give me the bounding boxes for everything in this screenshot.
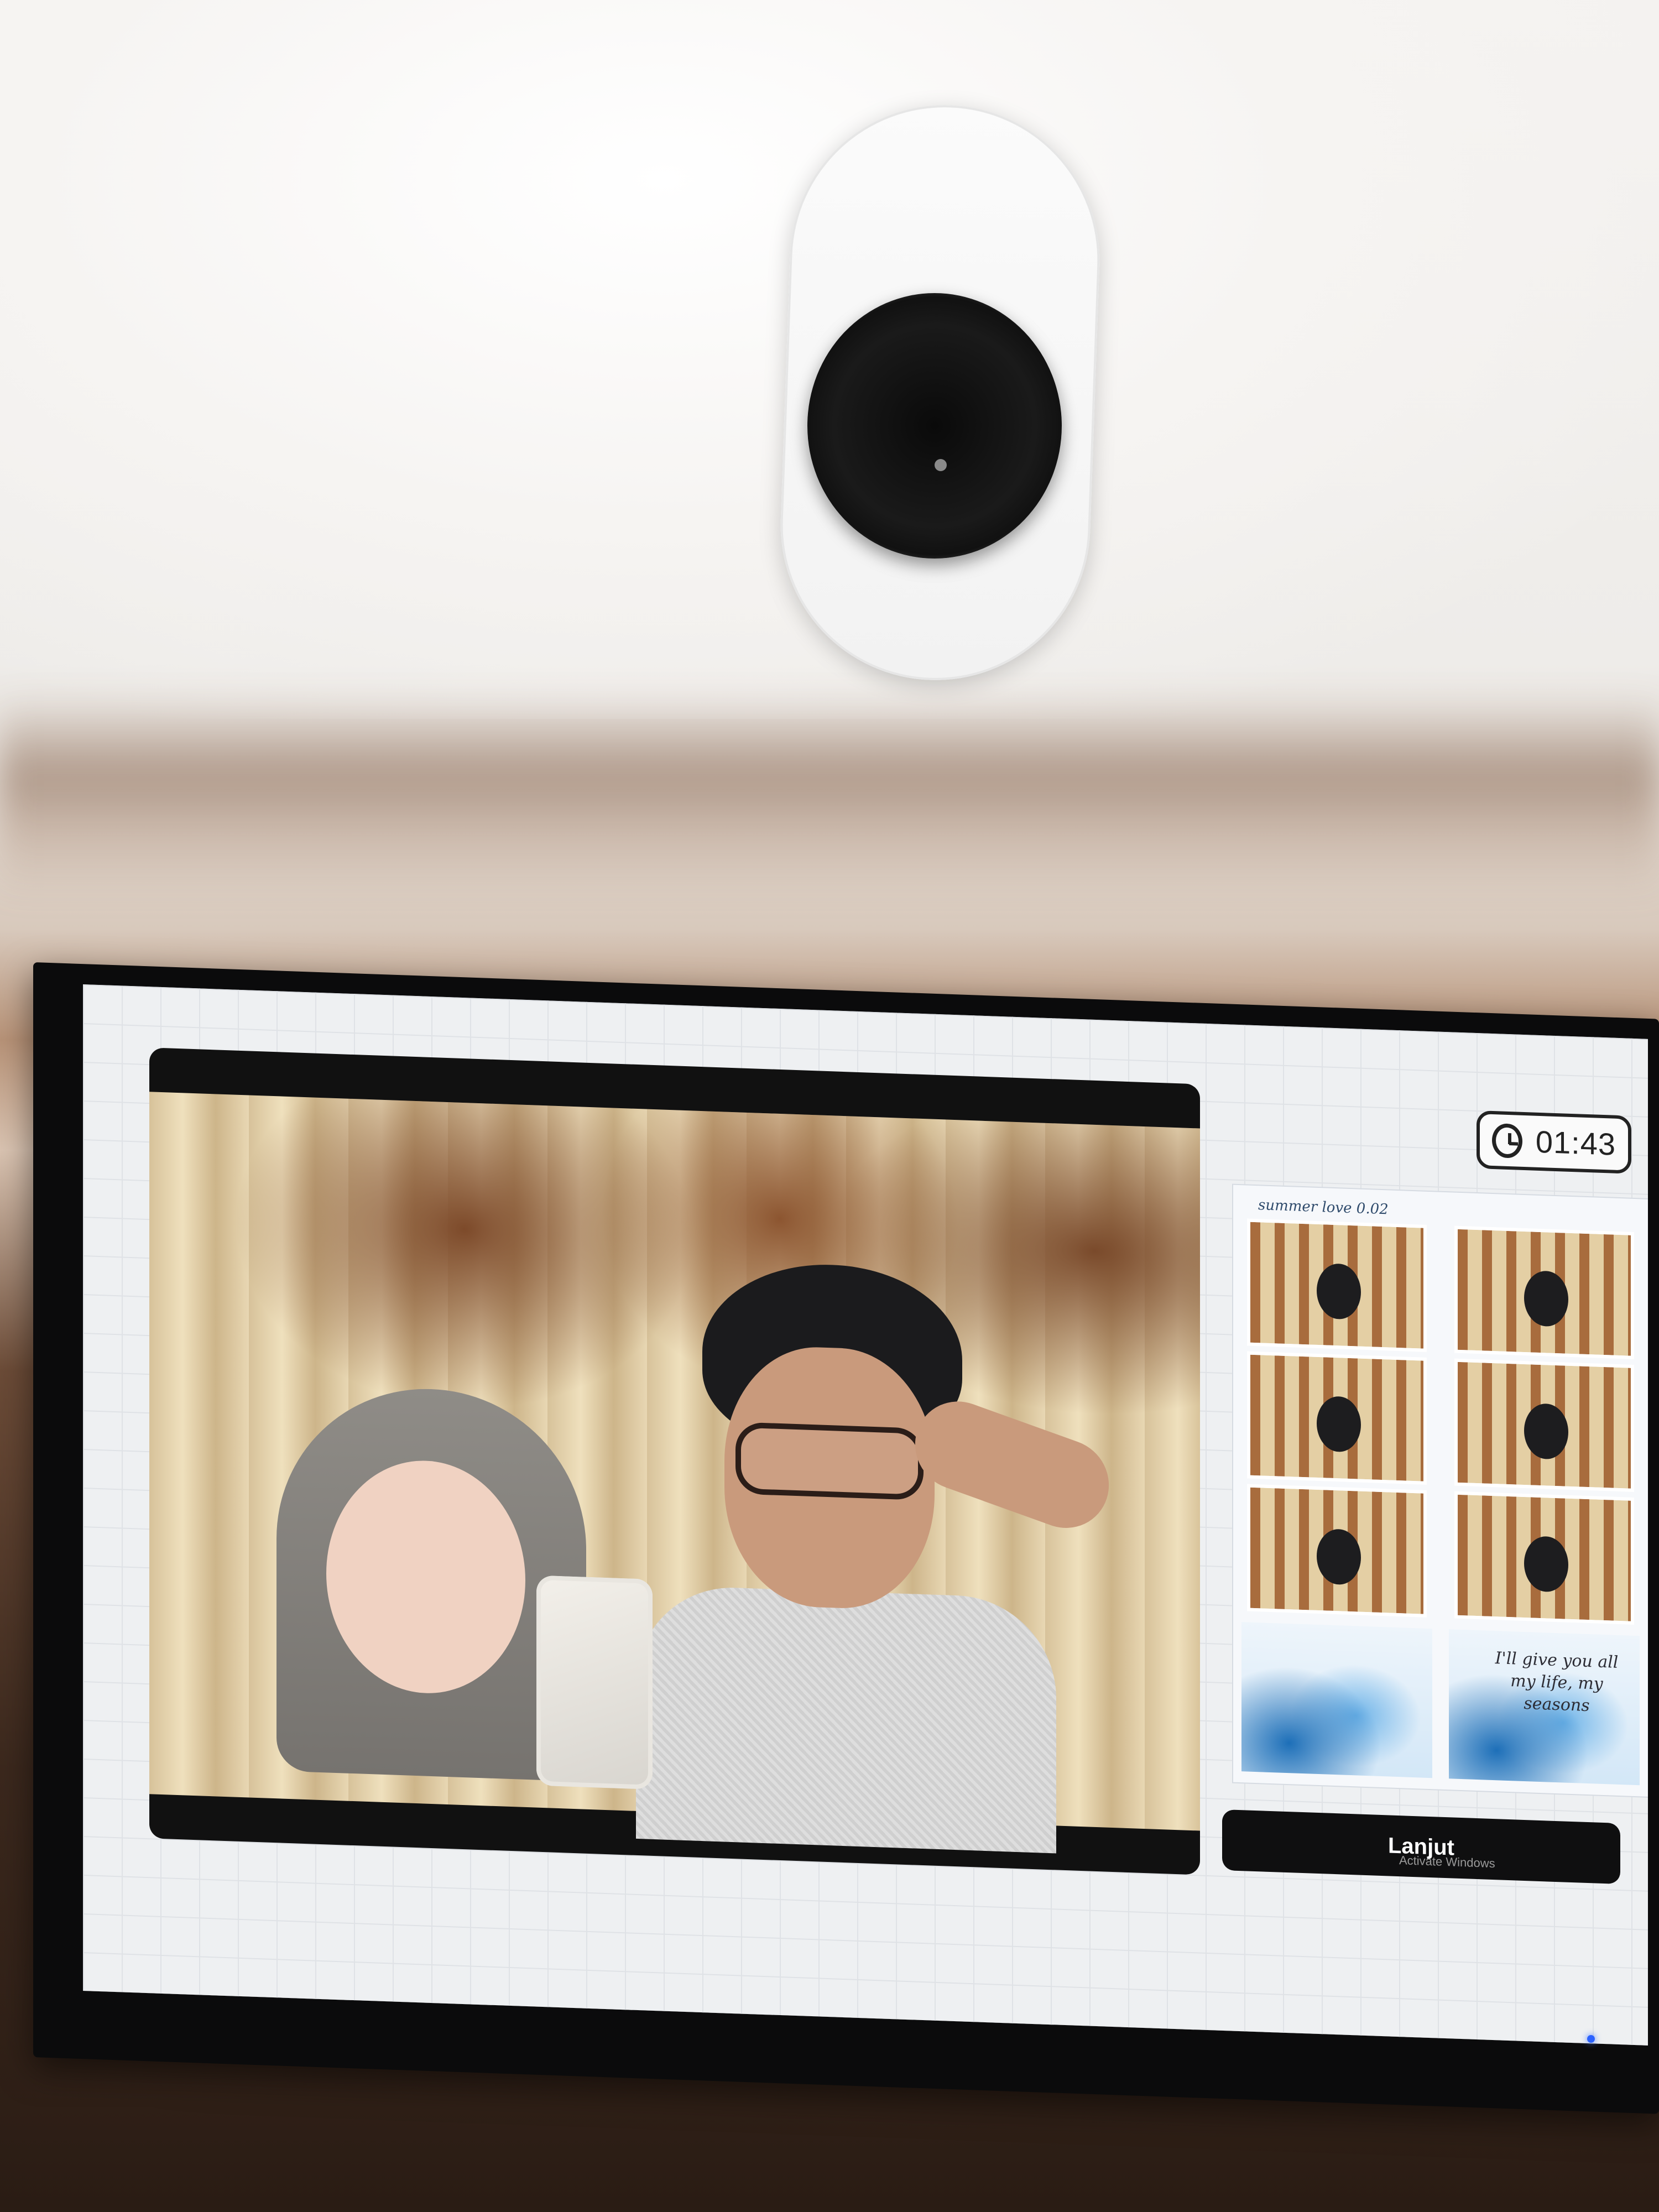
phone <box>536 1575 653 1790</box>
photostrip-handwriting: I'll give you all my life, my seasons <box>1495 1648 1619 1716</box>
photobooth-screen: 01:43 summer love 0.02 I'll give you all… <box>83 984 1648 2046</box>
strip-photo-2 <box>1247 1351 1427 1485</box>
person-right-shirt <box>636 1584 1056 1854</box>
timer-value: 01:43 <box>1535 1124 1616 1162</box>
wall-shadow <box>0 697 1659 896</box>
countdown-timer: 01:43 <box>1477 1110 1631 1174</box>
photostrip-caption: summer love 0.02 <box>1258 1197 1389 1218</box>
person-right-glasses <box>735 1422 924 1501</box>
photostrip-column-left: summer love 0.02 <box>1241 1196 1432 1778</box>
power-led <box>1587 2035 1595 2043</box>
strip-photo-3 <box>1247 1484 1427 1618</box>
live-preview-frame <box>149 1047 1200 1875</box>
strip-photo-1 <box>1247 1218 1427 1352</box>
live-camera-preview <box>149 1092 1200 1854</box>
person-right-raised-arm <box>904 1389 1120 1541</box>
next-button[interactable]: Lanjut <box>1222 1809 1620 1885</box>
photostrip-column-right: I'll give you all my life, my seasons <box>1449 1203 1640 1786</box>
strip-photo-6 <box>1454 1491 1634 1625</box>
lens-reflection <box>935 459 947 471</box>
camera-lens <box>807 293 1062 559</box>
wave-illustration <box>1241 1622 1432 1778</box>
strip-photo-5 <box>1454 1358 1634 1492</box>
wave-illustration: I'll give you all my life, my seasons <box>1449 1629 1640 1786</box>
strip-photo-4 <box>1454 1225 1634 1359</box>
alarm-clock-icon <box>1492 1123 1522 1159</box>
photostrip-preview: summer love 0.02 I'll give you all my li… <box>1233 1185 1648 1797</box>
